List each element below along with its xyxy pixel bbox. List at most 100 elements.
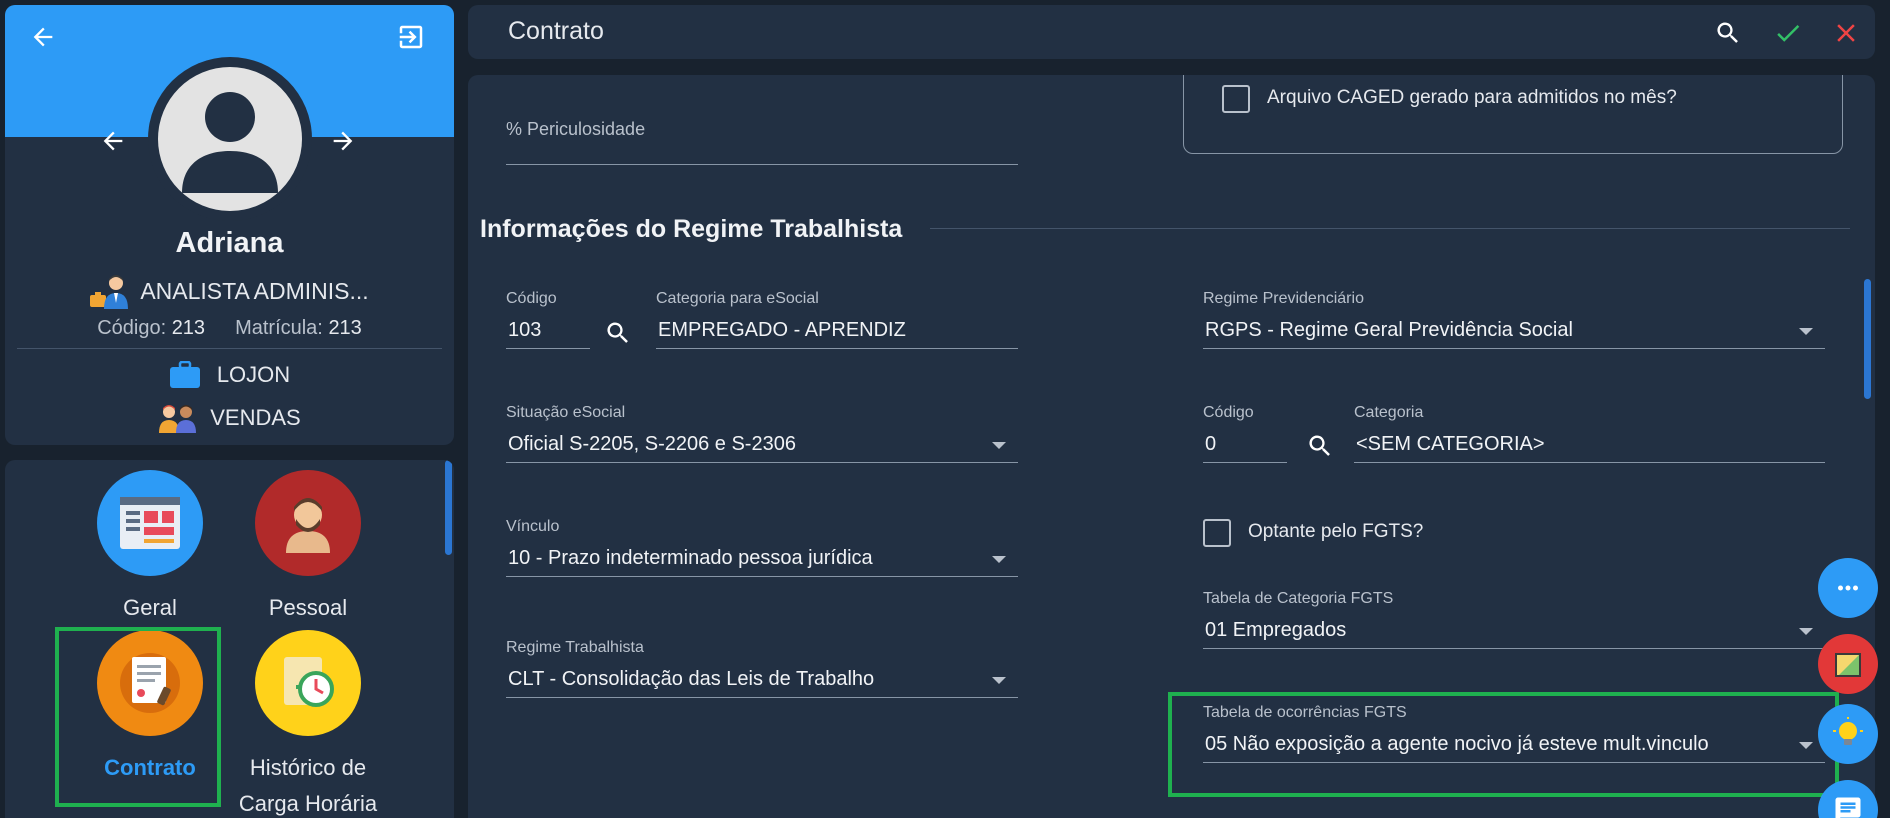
employee-codes: Código: 213 Matrícula: 213 xyxy=(5,317,454,340)
menu-item-historico-carga-horaria[interactable]: Histórico de Carga Horária xyxy=(223,630,393,818)
briefcase-icon xyxy=(169,361,200,388)
note-icon xyxy=(1835,653,1861,677)
employee-matricula-value: 213 xyxy=(328,317,362,339)
categoria-label: Categoria xyxy=(1354,404,1424,421)
chevron-down-icon xyxy=(992,556,1006,563)
codigo-categoria-field[interactable]: Código 0 xyxy=(1203,404,1287,464)
codigo-underline xyxy=(506,348,590,349)
arrow-left-icon xyxy=(103,131,123,151)
categoria-underline xyxy=(1354,462,1825,463)
person-icon xyxy=(255,470,361,576)
menu-label-contrato: Contrato xyxy=(104,755,196,780)
chevron-down-icon xyxy=(1799,328,1813,335)
back-button[interactable] xyxy=(23,17,63,57)
categoria-value: <SEM CATEGORIA> xyxy=(1356,433,1545,455)
employee-department: VENDAS xyxy=(5,403,454,433)
check-icon xyxy=(1777,25,1800,42)
employee-store-text: LOJON xyxy=(216,362,291,387)
office-worker-icon xyxy=(90,275,129,309)
codigo2-label: Código xyxy=(1203,404,1254,421)
tabela-cat-fgts-value: 01 Empregados xyxy=(1205,619,1347,641)
caged-checkbox[interactable] xyxy=(1222,85,1250,113)
tabela-categoria-fgts-select[interactable]: Tabela de Categoria FGTS 01 Empregados xyxy=(1203,590,1825,650)
regime-previdenciario-select[interactable]: Regime Previdenciário RGPS - Regime Gera… xyxy=(1203,290,1825,350)
chevron-down-icon xyxy=(1799,742,1813,749)
menu-scrollbar[interactable] xyxy=(445,460,452,555)
chevron-down-icon xyxy=(992,677,1006,684)
form-scrollbar[interactable] xyxy=(1864,279,1871,399)
confirm-button[interactable] xyxy=(1768,13,1808,53)
menu-item-contrato[interactable]: Contrato xyxy=(65,630,235,786)
situacao-esocial-select[interactable]: Situação eSocial Oficial S-2205, S-2206 … xyxy=(506,404,1018,464)
next-employee-button[interactable] xyxy=(323,121,363,161)
codigo-value: 103 xyxy=(508,319,542,341)
contract-form: % Periculosidade Arquivo CAGED gerado pa… xyxy=(468,75,1875,818)
close-icon xyxy=(1837,24,1855,42)
chevron-down-icon xyxy=(1799,628,1813,635)
cancel-button[interactable] xyxy=(1826,13,1866,53)
tabela-ocorrencias-fgts-select[interactable]: Tabela de ocorrências FGTS 05 Não exposi… xyxy=(1203,704,1825,764)
menu-item-geral[interactable]: Geral xyxy=(65,470,235,626)
chevron-down-icon xyxy=(992,442,1006,449)
vinculo-select[interactable]: Vínculo 10 - Prazo indeterminado pessoa … xyxy=(506,518,1018,578)
tabela-ocorr-value: 05 Não exposição a agente nocivo já este… xyxy=(1205,733,1709,755)
vinculo-underline xyxy=(506,576,1018,577)
menu-label-pessoal: Pessoal xyxy=(268,595,348,620)
categoria-esocial-value: EMPREGADO - APRENDIZ xyxy=(658,319,906,341)
categoria-esocial-field[interactable]: Categoria para eSocial EMPREGADO - APREN… xyxy=(656,290,1018,350)
regime-prev-label: Regime Previdenciário xyxy=(1203,290,1364,307)
employee-name: Adriana xyxy=(175,227,284,259)
webpage-icon xyxy=(97,470,203,576)
categoria-field[interactable]: Categoria <SEM CATEGORIA> xyxy=(1354,404,1825,464)
menu-item-pessoal[interactable]: Pessoal xyxy=(223,470,393,626)
categoria-esocial-underline xyxy=(656,348,1018,349)
periculosidade-field[interactable]: % Periculosidade xyxy=(506,119,1018,165)
section-menu: Geral Pessoal Contrato Histórico de Carg… xyxy=(5,460,454,818)
regime-prev-value: RGPS - Regime Geral Previdência Social xyxy=(1205,319,1573,341)
regime-trab-underline xyxy=(506,697,1018,698)
search-icon xyxy=(607,322,628,343)
periculosidade-underline xyxy=(506,164,1018,165)
previous-employee-button[interactable] xyxy=(93,121,133,161)
more-options-button[interactable] xyxy=(1818,558,1878,618)
vinculo-label: Vínculo xyxy=(506,518,560,535)
employee-codigo-value: 213 xyxy=(171,317,206,339)
regime-trabalhista-select[interactable]: Regime Trabalhista CLT - Consolidação da… xyxy=(506,639,1018,699)
search-button[interactable] xyxy=(1708,13,1748,53)
caged-label: Arquivo CAGED gerado para admitidos no m… xyxy=(1267,87,1677,108)
chat-icon xyxy=(1835,797,1861,818)
contract-icon xyxy=(97,630,203,736)
menu-label-geral: Geral xyxy=(123,595,177,620)
exit-button[interactable] xyxy=(391,17,431,57)
situacao-label: Situação eSocial xyxy=(506,404,626,421)
optante-fgts-checkbox[interactable] xyxy=(1203,519,1231,547)
tabela-ocorr-label: Tabela de ocorrências FGTS xyxy=(1203,704,1407,721)
vinculo-value: 10 - Prazo indeterminado pessoa jurídica xyxy=(508,547,873,569)
exit-icon xyxy=(399,25,423,49)
notes-button[interactable] xyxy=(1818,634,1878,694)
tips-button[interactable] xyxy=(1818,704,1878,764)
codigo-field[interactable]: Código 103 xyxy=(506,290,590,350)
lightbulb-icon xyxy=(1833,717,1863,745)
regime-trab-value: CLT - Consolidação das Leis de Trabalho xyxy=(508,668,875,690)
categoria-esocial-label: Categoria para eSocial xyxy=(656,290,819,307)
caged-group: Arquivo CAGED gerado para admitidos no m… xyxy=(1183,75,1843,154)
clock-history-icon xyxy=(255,630,361,736)
employee-matricula-label: Matrícula: xyxy=(235,317,323,339)
section-title: Informações do Regime Trabalhista xyxy=(480,215,903,243)
section-divider xyxy=(930,228,1850,229)
user-placeholder-icon xyxy=(182,92,278,193)
more-horizontal-icon xyxy=(1838,585,1858,591)
codigo2-value: 0 xyxy=(1205,433,1217,455)
periculosidade-label: % Periculosidade xyxy=(506,119,646,139)
tabela-cat-fgts-underline xyxy=(1203,648,1825,649)
codigo-label: Código xyxy=(506,290,557,307)
page-title: Contrato xyxy=(508,17,604,45)
categoria-search-button[interactable] xyxy=(1302,428,1338,464)
employee-codigo-label: Código: xyxy=(97,317,167,339)
profile-card: Adriana ANALISTA ADMINIS... Código: 213 … xyxy=(5,5,454,445)
regime-trab-label: Regime Trabalhista xyxy=(506,639,644,656)
regime-prev-underline xyxy=(1203,348,1825,349)
codigo-search-button[interactable] xyxy=(600,315,636,351)
tabela-ocorr-underline xyxy=(1203,762,1825,763)
